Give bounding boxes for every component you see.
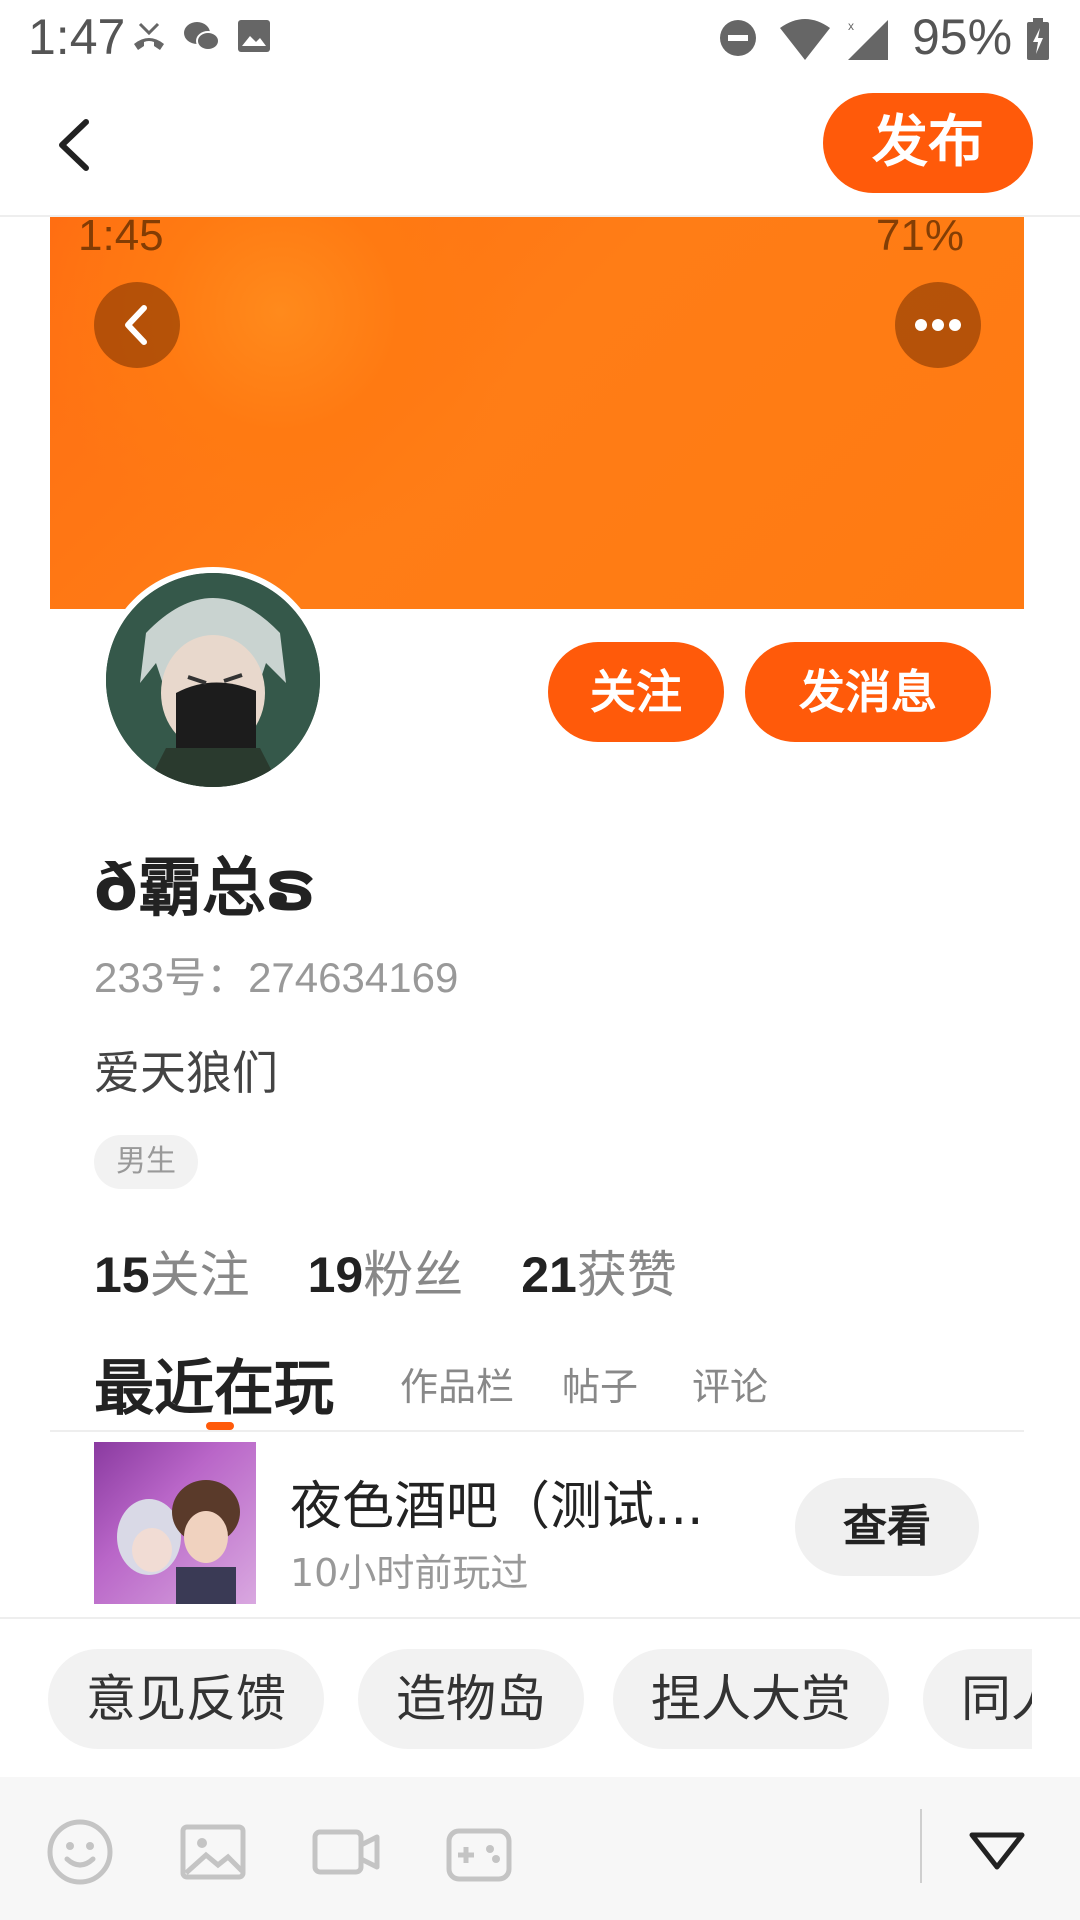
video-icon[interactable] <box>311 1817 381 1887</box>
stat-likes: 21 获赞 <box>521 1235 677 1304</box>
do-not-disturb-icon <box>718 18 758 62</box>
image-icon[interactable] <box>178 1817 248 1887</box>
inner-more-button <box>895 282 981 368</box>
wechat-icon <box>182 18 222 60</box>
send-message-button: 发消息 <box>745 642 991 742</box>
stat-label: 关注 <box>149 1246 250 1304</box>
game-cover-icon <box>117 1480 240 1604</box>
image-icon <box>236 18 272 58</box>
inner-back-button <box>94 282 180 368</box>
toolbar-divider <box>920 1809 922 1883</box>
profile-banner: 1:45 71% <box>50 217 1024 609</box>
chip-feedback[interactable]: 意见反馈 <box>48 1649 324 1749</box>
game-controller-icon[interactable] <box>444 1817 514 1887</box>
game-thumbnail <box>94 1442 256 1604</box>
stat-number: 15 <box>94 1247 150 1303</box>
compose-toolbar <box>0 1777 1080 1920</box>
bio: 爱天狼们 <box>94 1046 278 1100</box>
shared-profile-screenshot: 1:45 71% 关注 发消息 ð霸总ຣ 233号：274634169 爱天狼们… <box>50 217 1024 1617</box>
stat-number: 21 <box>521 1247 577 1303</box>
inner-status-time: 1:45 <box>78 217 164 260</box>
status-bar: 1:47 x 95% <box>0 0 1080 80</box>
emoji-icon[interactable] <box>45 1817 115 1887</box>
stat-followers: 19 粉丝 <box>308 1235 464 1304</box>
top-nav: 发布 <box>0 80 1080 217</box>
battery-icon <box>1026 18 1050 66</box>
svg-text:x: x <box>848 19 854 33</box>
signal-icon: x <box>846 18 892 66</box>
inner-status-bar: 1:45 71% <box>50 217 1024 261</box>
back-arrow-icon <box>59 119 89 171</box>
tab-comments: 评论 <box>692 1365 769 1409</box>
triangle-down-icon <box>969 1832 1025 1870</box>
back-button[interactable] <box>40 110 110 180</box>
game-last-played: 10小时前玩过 <box>290 1551 529 1595</box>
game-title: 夜色酒吧（测试... <box>290 1477 704 1537</box>
username: ð霸总ຣ <box>94 852 316 926</box>
wifi-icon <box>778 18 832 66</box>
anime-character-avatar-icon <box>106 573 320 787</box>
stat-label: 获赞 <box>576 1246 677 1304</box>
tab-posts: 帖子 <box>562 1365 639 1409</box>
profile-stats: 15 关注 19 粉丝 21 获赞 <box>94 1235 677 1304</box>
status-time: 1:47 <box>28 9 126 65</box>
more-dots-icon <box>915 319 961 331</box>
chip-character-showcase[interactable]: 捏人大赏 <box>613 1649 889 1749</box>
list-item: 夜色酒吧（测试... 10小时前玩过 查看 <box>50 1442 1024 1617</box>
avatar <box>100 567 326 793</box>
collapse-button[interactable] <box>962 1817 1032 1887</box>
stat-label: 粉丝 <box>363 1246 464 1304</box>
chip-creation-island[interactable]: 造物岛 <box>358 1649 584 1749</box>
missed-call-icon <box>130 18 168 60</box>
topic-chips-bar: 意见反馈 造物岛 捏人大赏 同人 <box>0 1617 1080 1777</box>
tab-works: 作品栏 <box>400 1365 515 1409</box>
battery-percent: 95% <box>912 9 1013 65</box>
view-button: 查看 <box>795 1478 979 1576</box>
publish-button[interactable]: 发布 <box>823 93 1033 193</box>
gender-tag: 男生 <box>94 1135 198 1189</box>
chip-fan-works[interactable]: 同人 <box>923 1649 1032 1749</box>
follow-button: 关注 <box>548 642 724 742</box>
active-tab-indicator <box>206 1422 234 1430</box>
user-id: 233号：274634169 <box>94 954 459 1001</box>
back-arrow-icon <box>125 305 147 345</box>
stat-following: 15 关注 <box>94 1235 250 1304</box>
chips-scroll[interactable]: 意见反馈 造物岛 捏人大赏 同人 <box>48 1649 1032 1749</box>
inner-battery-percent: 71% <box>875 217 964 260</box>
tab-recently-played: 最近在玩 <box>94 1354 334 1424</box>
profile-tabs: 最近在玩 作品栏 帖子 评论 <box>50 1332 1024 1432</box>
stat-number: 19 <box>307 1247 364 1303</box>
